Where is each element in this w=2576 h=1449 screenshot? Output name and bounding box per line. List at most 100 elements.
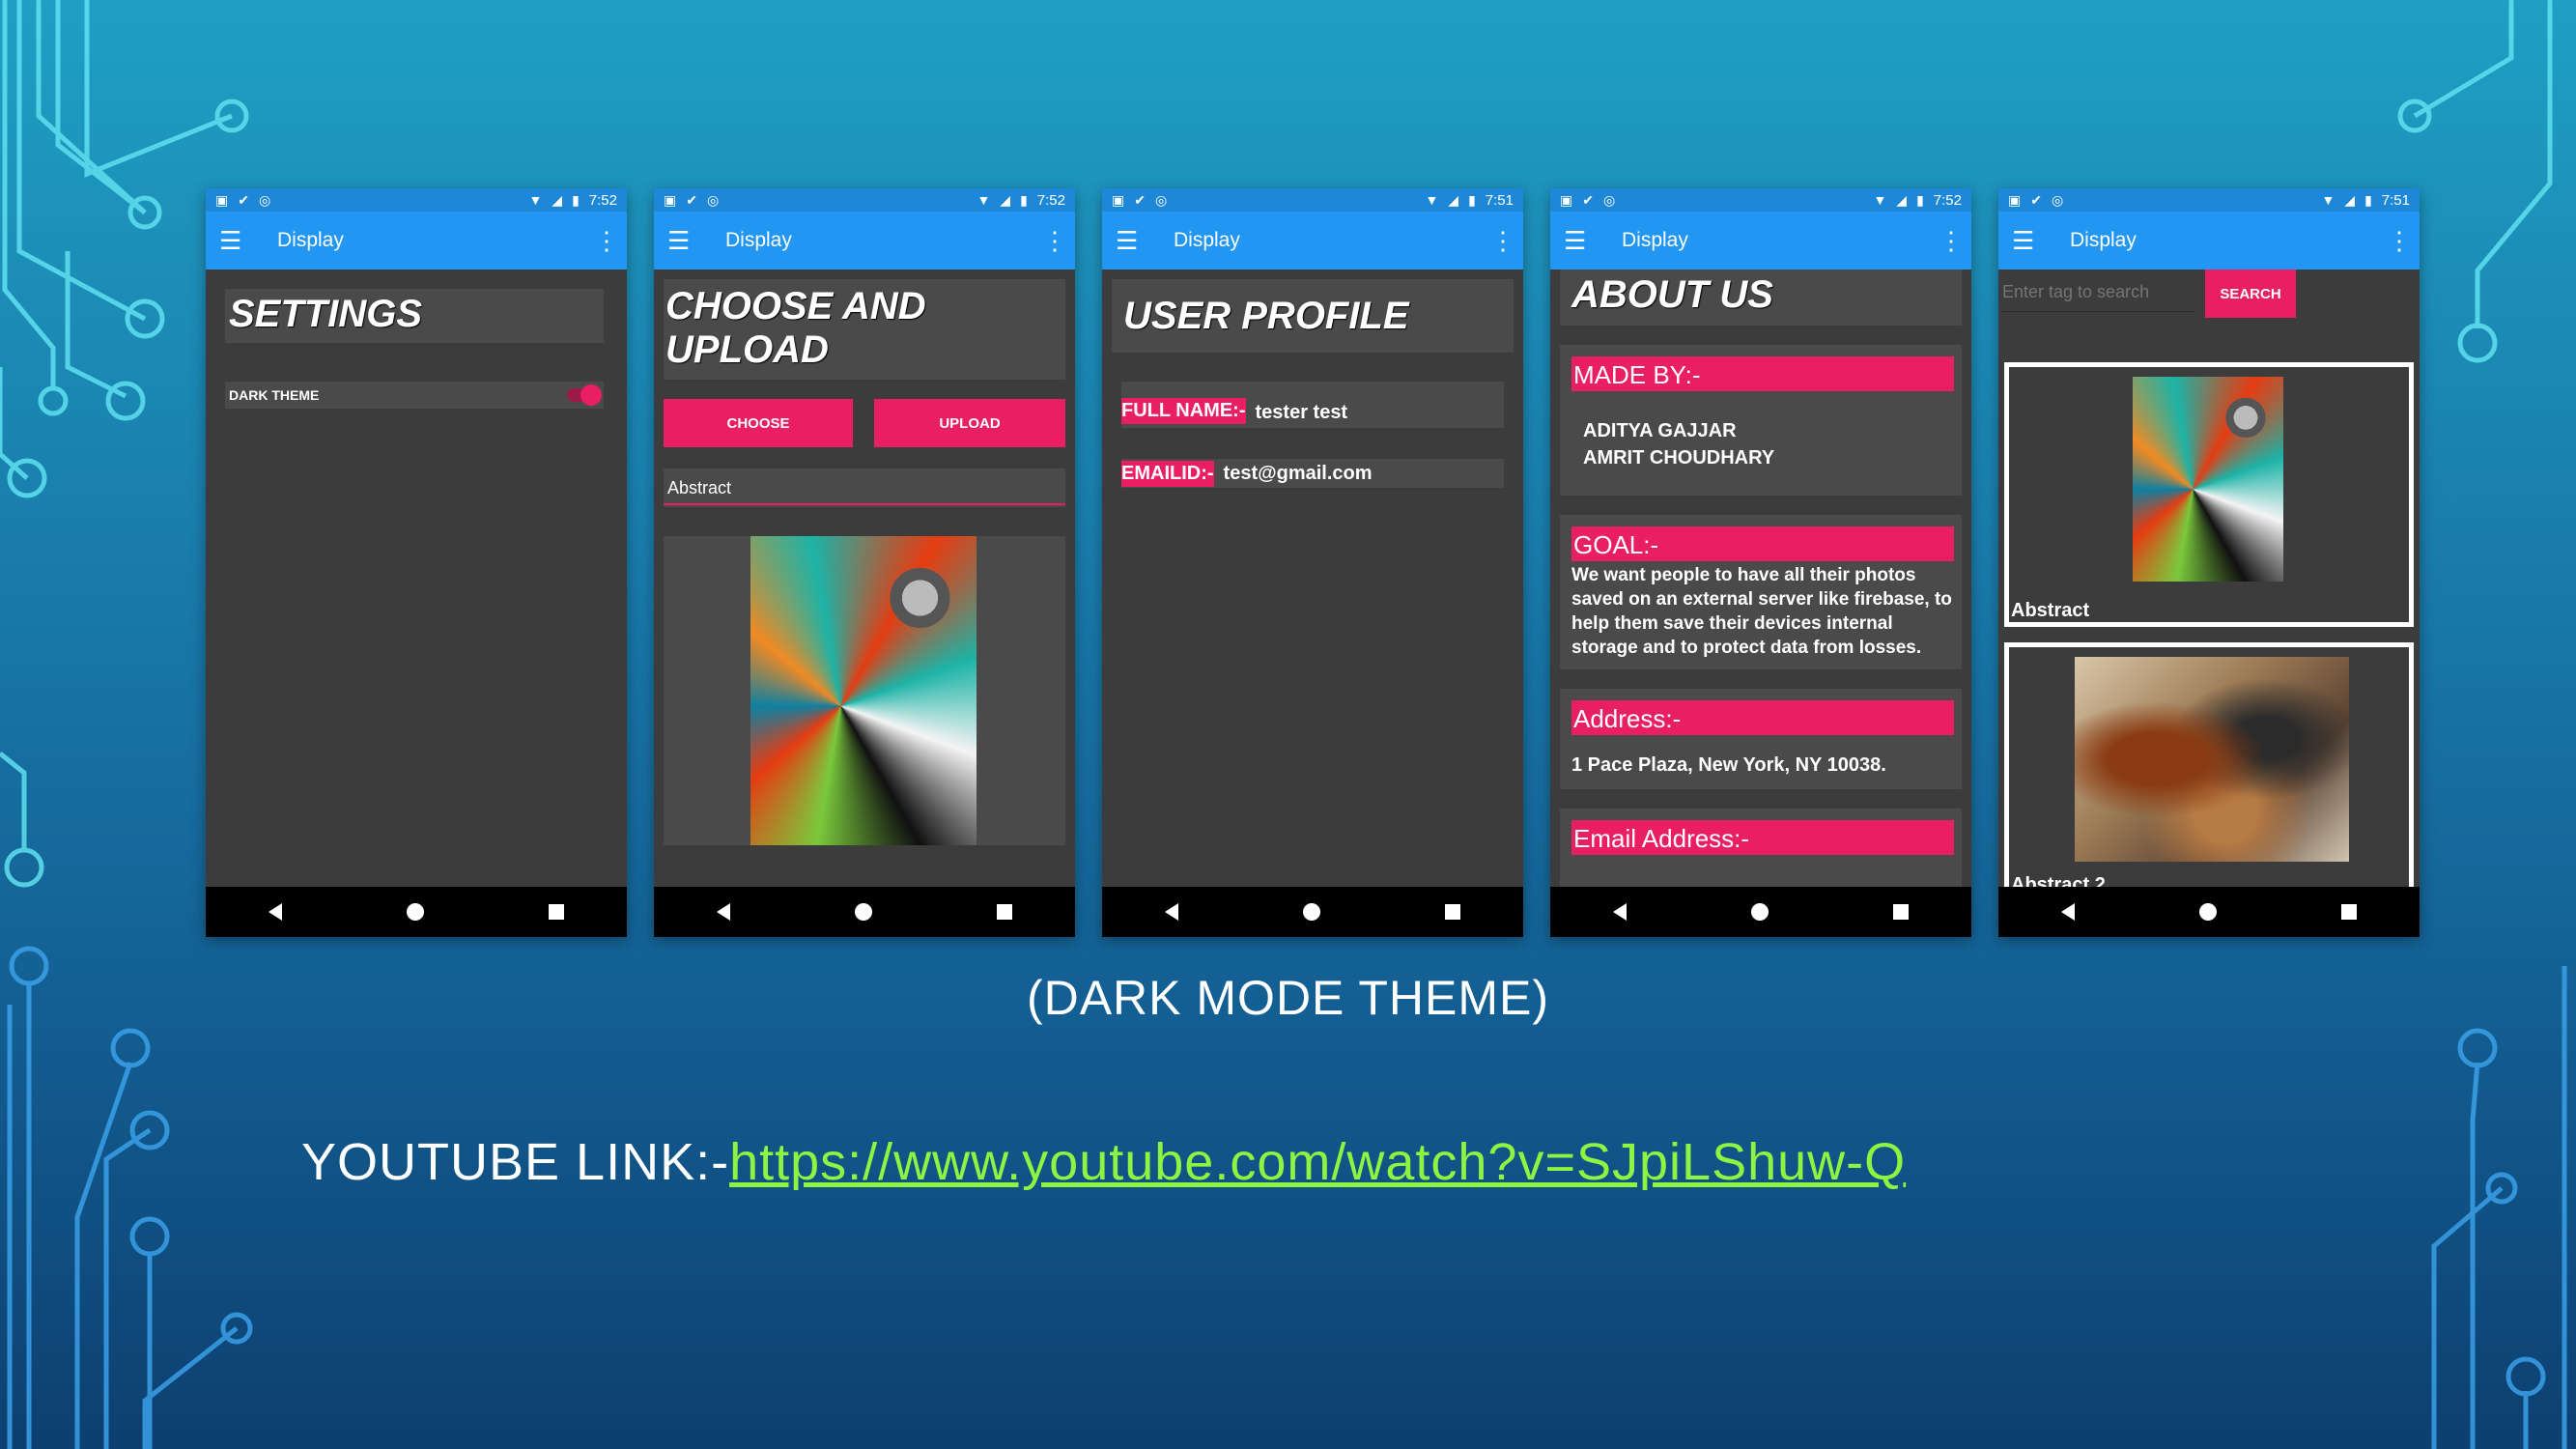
home-icon[interactable] — [406, 903, 424, 921]
home-icon[interactable] — [854, 903, 872, 921]
dark-theme-row[interactable]: DARK THEME — [225, 382, 604, 409]
status-bar: ▣ ✔ ◎ ▼ ◢ ▮ 7:52 — [1550, 188, 1971, 212]
image-preview — [664, 536, 1065, 845]
address-label: Address:- — [1571, 700, 1954, 735]
page-title: USER PROFILE — [1123, 295, 1409, 337]
status-time: 7:51 — [1485, 191, 1514, 209]
back-icon[interactable] — [716, 903, 730, 921]
recent-apps-icon[interactable] — [1893, 904, 1910, 920]
search-result-card[interactable]: Abstract 2 — [2004, 642, 2414, 887]
app-title: Display — [1174, 229, 1240, 251]
upload-button[interactable]: UPLOAD — [874, 399, 1065, 447]
choose-button[interactable]: CHOOSE — [664, 399, 853, 447]
battery-icon: ▮ — [1468, 192, 1476, 208]
profile-screen: USER PROFILE FULL NAME:- tester test EMA… — [1102, 270, 1523, 887]
result-label: Abstract — [2011, 600, 2090, 621]
full-name-label: FULL NAME:- — [1121, 398, 1246, 424]
search-result-card[interactable]: Abstract — [2004, 362, 2414, 627]
email-label: EMAILID:- — [1121, 460, 1214, 487]
wifi-icon: ▼ — [1425, 192, 1439, 208]
back-icon[interactable] — [2060, 903, 2075, 921]
battery-icon: ▮ — [1916, 192, 1924, 208]
status-time: 7:52 — [1933, 191, 1962, 209]
home-icon[interactable] — [2198, 903, 2217, 921]
author-1: ADITYA GAJJAR — [1583, 420, 1737, 441]
about-title-card: ABOUT US — [1560, 270, 1962, 326]
recent-apps-icon[interactable] — [2341, 904, 2358, 920]
notification-icon: ▣ — [1560, 192, 1573, 208]
status-bar: ▣ ✔ ◎ ▼ ◢ ▮ 7:52 — [654, 188, 1075, 212]
signal-icon: ◢ — [1000, 192, 1011, 208]
search-button[interactable]: SEARCH — [2205, 270, 2296, 318]
status-bar: ▣ ✔ ◎ ▼ ◢ ▮ 7:51 — [1998, 188, 2420, 212]
recent-apps-icon[interactable] — [1445, 904, 1461, 920]
status-time: 7:51 — [2381, 191, 2410, 209]
tag-input-field[interactable]: Abstract — [664, 469, 1065, 507]
goal-label: GOAL:- — [1571, 526, 1954, 561]
goal-text: We want people to have all their photos … — [1571, 565, 1952, 658]
overflow-menu-icon[interactable]: ⋮ — [1939, 228, 1964, 253]
notification-icon: ▣ — [664, 192, 677, 208]
home-icon[interactable] — [1302, 903, 1320, 921]
dark-theme-label: DARK THEME — [229, 387, 320, 403]
address-value: 1 Pace Plaza, New York, NY 10038. — [1571, 754, 1886, 776]
check-icon: ✔ — [2030, 192, 2042, 208]
status-time: 7:52 — [588, 191, 617, 209]
toggle-knob — [580, 384, 602, 406]
battery-icon: ▮ — [2364, 192, 2372, 208]
overflow-menu-icon[interactable]: ⋮ — [594, 228, 619, 253]
app-title: Display — [725, 229, 792, 251]
recent-apps-icon[interactable] — [997, 904, 1013, 920]
slide-caption: (DARK MODE THEME) — [1026, 971, 1550, 1025]
sync-icon: ◎ — [1154, 192, 1168, 208]
overflow-menu-icon[interactable]: ⋮ — [1490, 228, 1515, 253]
wifi-icon: ▼ — [528, 192, 543, 208]
overflow-menu-icon[interactable]: ⋮ — [1042, 228, 1067, 253]
system-nav-bar — [1550, 887, 1971, 937]
hamburger-menu-icon[interactable]: ☰ — [2012, 228, 2051, 253]
search-screen: SEARCH Abstract Abstract 2 — [1998, 270, 2420, 887]
email-value: test@gmail.com — [1223, 462, 1373, 484]
notification-icon: ▣ — [215, 192, 229, 208]
notification-icon: ▣ — [1112, 192, 1125, 208]
page-title-line1: CHOOSE AND — [665, 285, 926, 327]
phone-settings: ▣ ✔ ◎ ▼ ◢ ▮ 7:52 ☰ Display ⋮ SETTINGS DARK TH… — [206, 188, 627, 937]
hamburger-menu-icon[interactable]: ☰ — [1564, 228, 1602, 253]
hamburger-menu-icon[interactable]: ☰ — [667, 228, 706, 253]
wifi-icon: ▼ — [977, 192, 991, 208]
back-icon[interactable] — [268, 903, 282, 921]
hamburger-menu-icon[interactable]: ☰ — [1116, 228, 1154, 253]
home-icon[interactable] — [1750, 903, 1769, 921]
sync-icon: ◎ — [706, 192, 720, 208]
sync-icon: ◎ — [2051, 192, 2064, 208]
status-time: 7:52 — [1036, 191, 1065, 209]
overflow-menu-icon[interactable]: ⋮ — [2387, 228, 2412, 253]
system-nav-bar — [654, 887, 1075, 937]
email-card: Email Address:- — [1560, 809, 1962, 887]
dark-theme-toggle[interactable] — [567, 384, 602, 406]
signal-icon: ◢ — [552, 192, 563, 208]
page-title-line2: UPLOAD — [665, 328, 829, 371]
back-icon[interactable] — [1612, 903, 1627, 921]
phone-about: ▣ ✔ ◎ ▼ ◢ ▮ 7:52 ☰ Display ⋮ ABOUT US MADE BY… — [1550, 188, 1971, 937]
check-icon: ✔ — [686, 192, 697, 208]
signal-icon: ◢ — [2344, 192, 2356, 208]
about-screen: ABOUT US MADE BY:- ADITYA GAJJAR AMRIT C… — [1550, 270, 1971, 887]
full-name-row: FULL NAME:- tester test — [1121, 382, 1504, 428]
page-title: ABOUT US — [1571, 273, 1773, 316]
profile-title-card: USER PROFILE — [1112, 279, 1514, 353]
battery-icon: ▮ — [572, 192, 580, 208]
search-input[interactable] — [2002, 273, 2195, 312]
app-bar: ☰ Display ⋮ — [1998, 212, 2420, 270]
author-2: AMRIT CHOUDHARY — [1583, 447, 1775, 469]
back-icon[interactable] — [1164, 903, 1178, 921]
email-address-label: Email Address:- — [1571, 820, 1954, 855]
youtube-link[interactable]: https://www.youtube.com/watch?v=SJpiLShu… — [729, 1133, 1906, 1191]
tag-input-underline — [664, 503, 1065, 505]
upload-title-card: CHOOSE AND UPLOAD — [664, 279, 1065, 380]
system-nav-bar — [206, 887, 627, 937]
hamburger-menu-icon[interactable]: ☰ — [219, 228, 258, 253]
upload-screen: CHOOSE AND UPLOAD CHOOSE UPLOAD Abstract — [654, 270, 1075, 887]
recent-apps-icon[interactable] — [549, 904, 565, 920]
signal-icon: ◢ — [1448, 192, 1459, 208]
